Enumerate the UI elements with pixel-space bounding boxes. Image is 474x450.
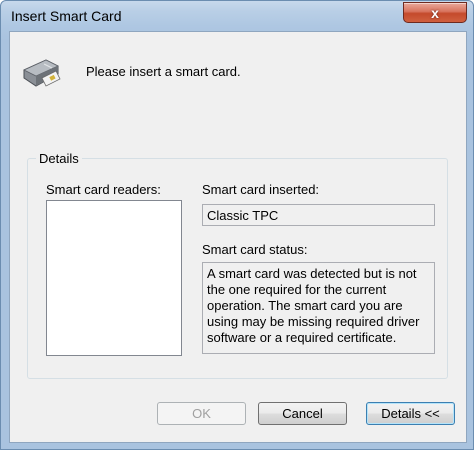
instruction-message: Please insert a smart card. [86, 64, 241, 79]
close-button[interactable]: x [403, 2, 467, 23]
window-title: Insert Smart Card [11, 8, 122, 24]
details-group-label: Details [36, 151, 82, 166]
smart-card-reader-icon [22, 52, 62, 92]
readers-listbox[interactable] [46, 200, 182, 356]
dialog-body: Please insert a smart card. Details Smar… [9, 31, 467, 443]
card-inserted-field: Classic TPC [202, 204, 435, 226]
card-status-label: Smart card status: [202, 242, 308, 257]
card-inserted-label: Smart card inserted: [202, 182, 320, 197]
cancel-button[interactable]: Cancel [258, 402, 347, 425]
details-toggle-button[interactable]: Details << [366, 402, 455, 425]
close-icon: x [431, 4, 439, 21]
ok-button[interactable]: OK [157, 402, 246, 425]
dialog-window: Insert Smart Card x Please insert a smar… [0, 0, 474, 450]
details-group: Details Smart card readers: Smart card i… [27, 151, 448, 379]
readers-label: Smart card readers: [46, 182, 161, 197]
card-status-field: A smart card was detected but is not the… [202, 262, 435, 354]
title-bar[interactable]: Insert Smart Card x [1, 1, 473, 31]
